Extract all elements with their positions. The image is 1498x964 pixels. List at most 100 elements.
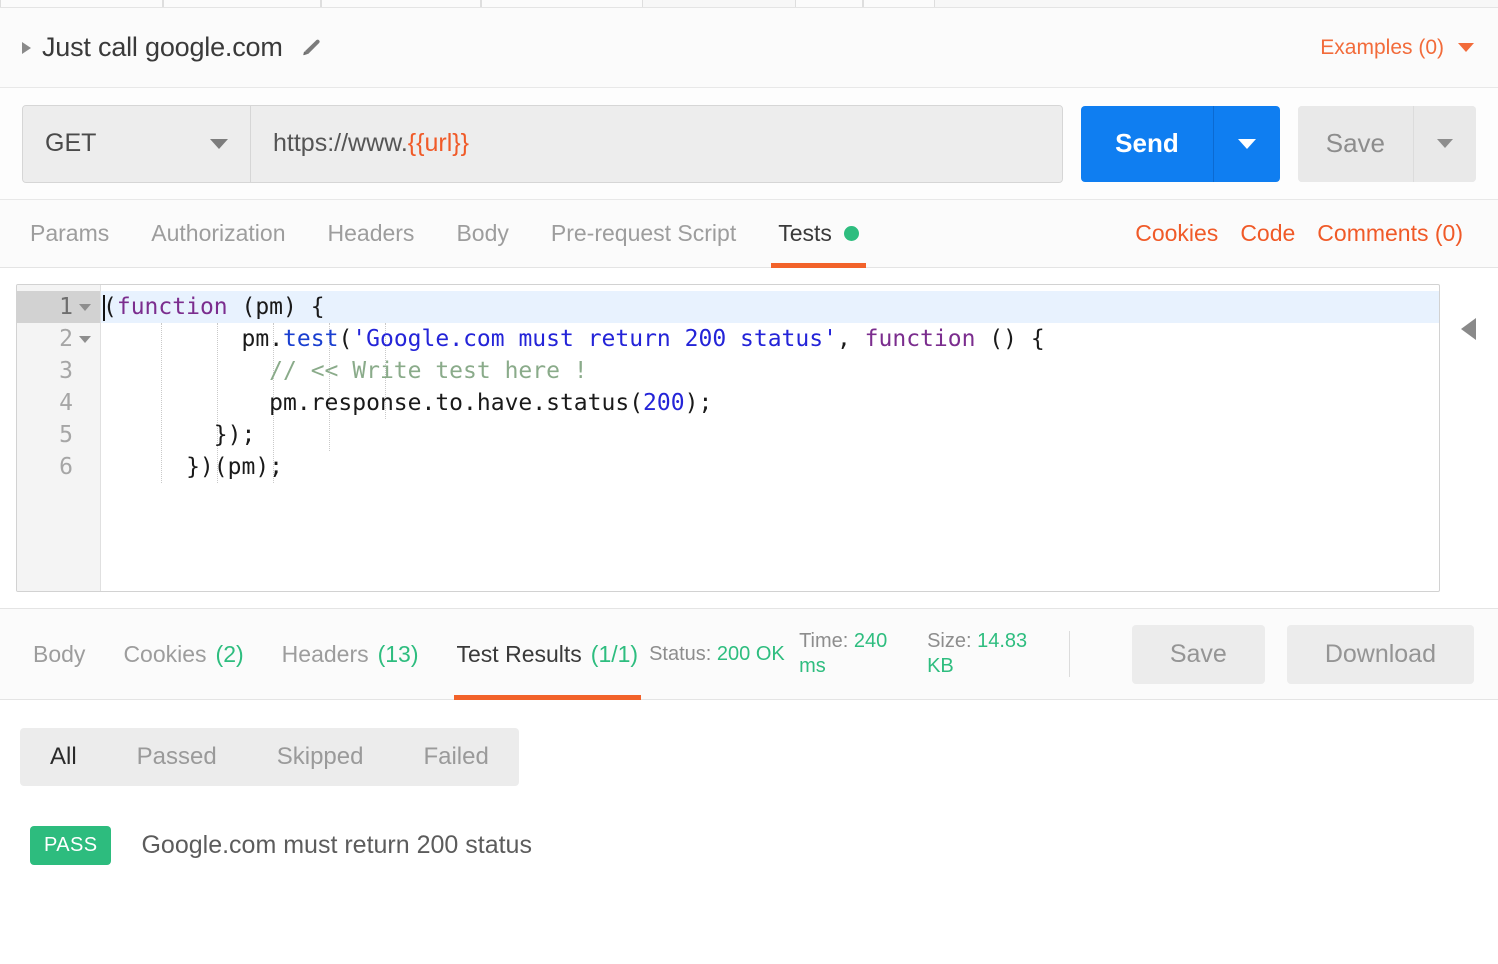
gutter-line[interactable]: 3 [17, 355, 100, 387]
tab-body[interactable]: Body [435, 200, 529, 267]
line-number: 3 [59, 358, 73, 384]
tab-label: Cookies [123, 640, 207, 667]
code-line[interactable]: }); [101, 419, 1439, 451]
test-name: Google.com must return 200 status [141, 831, 532, 859]
response-tab-headers[interactable]: Headers (13) [263, 609, 438, 699]
url-input[interactable]: https://www. {{url}} [251, 105, 1063, 182]
text-cursor [103, 295, 105, 321]
filter-failed[interactable]: Failed [393, 728, 518, 786]
window-tab[interactable] [163, 0, 321, 7]
response-tab-body[interactable]: Body [14, 609, 104, 699]
http-method-label: GET [45, 129, 97, 157]
http-method-select[interactable]: GET [23, 105, 251, 182]
filter-all[interactable]: All [20, 728, 107, 786]
comments-link[interactable]: Comments (0) [1306, 220, 1474, 247]
tab-count: (1/1) [590, 640, 639, 667]
window-tab[interactable] [863, 0, 935, 7]
send-options-button[interactable] [1213, 105, 1280, 182]
code-editor[interactable]: 1 2 3 4 5 6 (function (pm) {pm . test … [16, 284, 1440, 592]
fold-toggle-icon[interactable] [76, 303, 94, 311]
filter-passed[interactable]: Passed [107, 728, 247, 786]
window-tab-gap [643, 0, 795, 7]
gutter-line[interactable]: 6 [17, 451, 100, 483]
save-options-button[interactable] [1414, 105, 1476, 182]
request-tab-bar: Params Authorization Headers Body Pre-re… [0, 200, 1498, 268]
status-badge: PASS [30, 826, 112, 865]
download-response-button[interactable]: Download [1286, 624, 1474, 684]
cookies-link[interactable]: Cookies [1124, 220, 1229, 247]
window-tab[interactable] [795, 0, 863, 7]
code-token: function [116, 294, 228, 320]
test-results-filters-area: All Passed Skipped Failed [0, 700, 1498, 786]
code-line[interactable]: // << Write test here ! [101, 355, 1439, 387]
code-token: ( [338, 326, 353, 352]
response-tab-cookies[interactable]: Cookies (2) [104, 609, 262, 699]
fold-toggle-icon[interactable] [76, 335, 94, 343]
triangle-left-icon[interactable] [1461, 318, 1476, 340]
response-tab-bar: Body Cookies (2) Headers (13) Test Resul… [0, 608, 1498, 700]
window-tab[interactable] [0, 0, 163, 7]
time-metric: Time: 240 ms [799, 629, 927, 679]
code-token: test [283, 326, 339, 352]
page-title: Just call google.com [42, 32, 283, 62]
response-tab-test-results[interactable]: Test Results (1/1) [438, 609, 658, 700]
code-token: 'Google.com must return 200 status' [352, 326, 837, 352]
gutter-line[interactable]: 5 [17, 419, 100, 451]
code-line[interactable]: pm.response.to.have.status(200); [101, 387, 1439, 419]
code-line[interactable]: (function (pm) { [101, 291, 1439, 323]
code-line[interactable]: pm. test('Google.com must return 200 stat… [101, 323, 1439, 355]
code-token: pm [241, 326, 270, 352]
code-token: . [269, 326, 284, 352]
tab-authorization[interactable]: Authorization [130, 200, 306, 267]
line-number: 4 [59, 390, 73, 416]
code-token: , [836, 326, 865, 352]
tab-pre-request-script[interactable]: Pre-request Script [530, 200, 757, 267]
tab-count: (2) [215, 640, 244, 667]
gutter-line[interactable]: 1 [17, 291, 100, 323]
line-number: 5 [59, 422, 73, 448]
caret-down-icon[interactable] [1458, 43, 1474, 52]
filter-skipped[interactable]: Skipped [247, 728, 394, 786]
code-token: () { [975, 326, 1045, 352]
tab-label: Params [30, 220, 110, 246]
code-token: ( [103, 294, 117, 320]
line-number: 6 [59, 454, 73, 480]
code-link[interactable]: Code [1229, 220, 1306, 247]
tab-params[interactable]: Params [22, 200, 130, 267]
tab-tests[interactable]: Tests [757, 200, 880, 268]
send-button[interactable]: Send [1081, 105, 1214, 182]
gutter-line[interactable]: 2 [17, 323, 100, 355]
save-request-button[interactable]: Save [1297, 105, 1414, 182]
tests-indicator-dot-icon [843, 226, 859, 241]
examples-link[interactable]: Examples (0) [1320, 36, 1444, 60]
triangle-right-icon[interactable] [22, 41, 31, 54]
tab-headers[interactable]: Headers [307, 200, 436, 267]
line-number: 1 [59, 294, 73, 320]
pencil-icon[interactable] [299, 37, 321, 59]
divider [1069, 631, 1071, 677]
code-token: }); [103, 422, 256, 448]
save-button-group: Save [1297, 105, 1476, 182]
tab-count: (13) [377, 640, 419, 667]
tab-label: Tests [778, 220, 832, 246]
test-results-filter-group: All Passed Skipped Failed [20, 728, 519, 786]
metric-label: Size: [927, 630, 972, 652]
save-response-button[interactable]: Save [1131, 624, 1265, 684]
request-tab-links: Cookies Code Comments (0) [1124, 200, 1474, 267]
window-tab[interactable] [321, 0, 481, 7]
caret-down-icon [1237, 138, 1256, 149]
window-tab[interactable] [481, 0, 643, 7]
url-prefix: https://www. [273, 129, 408, 157]
gutter-line[interactable]: 4 [17, 387, 100, 419]
request-title-bar: Just call google.com Examples (0) [0, 8, 1498, 88]
tab-label: Test Results [456, 640, 582, 667]
editor-code-area[interactable]: (function (pm) { pm. test('Google.com mus… [101, 285, 1439, 591]
code-token: function [864, 326, 976, 352]
status-metric: Status: 200 OK [649, 642, 799, 667]
editor-gutter: 1 2 3 4 5 6 [17, 285, 101, 591]
code-token: pm.response.to.have.status( [269, 390, 644, 416]
list-item: PASS Google.com must return 200 status [30, 826, 1498, 865]
code-line[interactable]: })(pm); [101, 451, 1439, 483]
test-results-list: PASS Google.com must return 200 status [0, 786, 1498, 865]
window-tab-strip[interactable] [0, 0, 1498, 8]
